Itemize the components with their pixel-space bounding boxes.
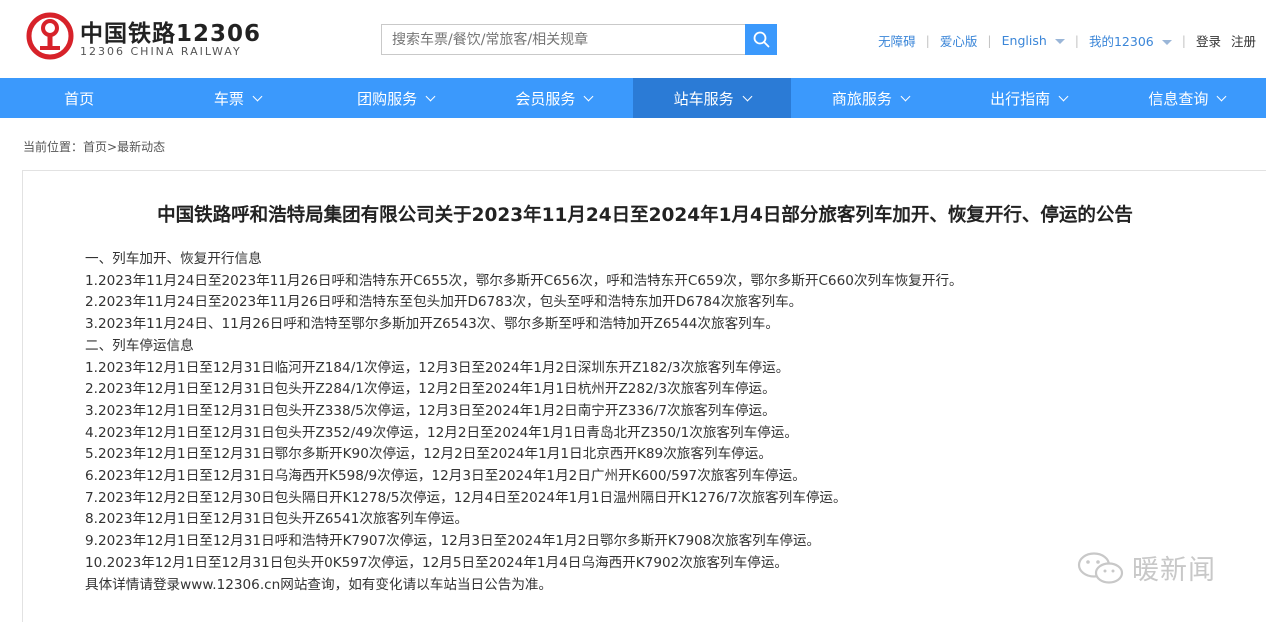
language-label: English bbox=[1001, 33, 1047, 48]
article-line: 8.2023年12月1日至12月31日包头开Z6541次旅客列车停运。 bbox=[85, 511, 469, 528]
watermark: 暖新闻 bbox=[1076, 548, 1216, 587]
nav-item-station-service[interactable]: 站车服务 bbox=[633, 78, 792, 118]
accessibility-link[interactable]: 无障碍 bbox=[878, 31, 916, 50]
brand-name-en: 12306 CHINA RAILWAY bbox=[80, 45, 242, 58]
china-railway-logo-icon[interactable] bbox=[26, 12, 74, 60]
chevron-down-icon bbox=[583, 91, 594, 101]
breadcrumb-current: 最新动态 bbox=[117, 140, 166, 154]
nav-item-label: 首页 bbox=[64, 89, 95, 108]
article-line: 2.2023年11月24日至2023年11月26日呼和浩特东至包头加开D6783… bbox=[85, 294, 803, 311]
nav-item-info-query[interactable]: 信息查询 bbox=[1108, 78, 1266, 118]
article-line: 3.2023年12月1日至12月31日包头开Z338/5次停运，12月3日至20… bbox=[85, 402, 776, 419]
watermark-text: 暖新闻 bbox=[1132, 555, 1216, 586]
article-footer-note: 具体详情请登录www.12306.cn网站查询，如有变化请以车站当日公告为准。 bbox=[85, 576, 553, 593]
divider: | bbox=[987, 33, 992, 48]
article-line: 9.2023年12月1日至12月31日呼和浩特开K7907次停运，12月3日至2… bbox=[85, 533, 821, 550]
article-body: 一、列车加开、恢复开行信息 1.2023年11月24日至2023年11月26日呼… bbox=[85, 249, 963, 596]
divider: | bbox=[925, 33, 930, 48]
nav-item-label: 站车服务 bbox=[673, 89, 734, 108]
nav-item-label: 商旅服务 bbox=[831, 89, 892, 108]
nav-item-travel-guide[interactable]: 出行指南 bbox=[950, 78, 1108, 118]
chevron-down-icon bbox=[252, 91, 263, 101]
article-line: 1.2023年11月24日至2023年11月26日呼和浩特东开C655次，鄂尔多… bbox=[85, 272, 963, 289]
chevron-down-icon bbox=[742, 91, 753, 101]
chevron-down-icon bbox=[900, 91, 911, 101]
article-line: 5.2023年12月1日至12月31日鄂尔多斯开K90次停运，12月2日至202… bbox=[85, 446, 772, 463]
search-input[interactable] bbox=[381, 24, 746, 55]
nav-item-member-service[interactable]: 会员服务 bbox=[475, 78, 633, 118]
site-header: 中国铁路12306 12306 CHINA RAILWAY 无障碍 | 爱心版 … bbox=[0, 0, 1266, 78]
article-line: 2.2023年12月1日至12月31日包头开Z284/1次停运，12月2日至20… bbox=[85, 381, 776, 398]
top-links: 无障碍 | 爱心版 | English | 我的12306 | 登录 注册 bbox=[878, 31, 1256, 50]
article-line: 7.2023年12月2日至12月30日包头隔日开K1278/5次停运，12月4日… bbox=[85, 489, 847, 506]
divider: | bbox=[1074, 33, 1079, 48]
divider: | bbox=[1181, 33, 1186, 48]
nav-item-home[interactable]: 首页 bbox=[0, 78, 158, 118]
nav-item-label: 会员服务 bbox=[515, 89, 576, 108]
nav-item-business-travel[interactable]: 商旅服务 bbox=[791, 78, 949, 118]
breadcrumb: 当前位置：首页>最新动态 bbox=[23, 138, 165, 155]
language-dropdown[interactable]: English bbox=[1002, 33, 1065, 48]
search-button[interactable] bbox=[745, 24, 777, 55]
article-line: 1.2023年12月1日至12月31日临河开Z184/1次停运，12月3日至20… bbox=[85, 359, 790, 376]
care-version-link[interactable]: 爱心版 bbox=[940, 31, 978, 50]
caret-down-icon bbox=[1054, 39, 1065, 44]
breadcrumb-separator: > bbox=[107, 140, 118, 154]
breadcrumb-prefix: 当前位置： bbox=[23, 140, 84, 154]
section-heading: 二、列车停运信息 bbox=[85, 337, 194, 354]
article-line: 3.2023年11月24日、11月26日呼和浩特至鄂尔多斯加开Z6543次、鄂尔… bbox=[85, 316, 779, 333]
nav-item-tickets[interactable]: 车票 bbox=[158, 78, 316, 118]
article-line: 4.2023年12月1日至12月31日包头开Z352/49次停运，12月2日至2… bbox=[85, 424, 798, 441]
login-link[interactable]: 登录 bbox=[1196, 31, 1221, 50]
chevron-down-icon bbox=[1058, 91, 1069, 101]
article-line: 10.2023年12月1日至12月31日包头开0K597次停运，12月5日至20… bbox=[85, 554, 789, 571]
nav-item-label: 车票 bbox=[213, 89, 244, 108]
brand-name-cn[interactable]: 中国铁路12306 bbox=[80, 14, 261, 48]
search-icon bbox=[753, 31, 769, 48]
wechat-icon bbox=[1077, 551, 1124, 584]
article-line: 6.2023年12月1日至12月31日乌海西开K598/9次停运，12月3日至2… bbox=[85, 468, 806, 485]
chevron-down-icon bbox=[425, 91, 436, 101]
section-heading: 一、列车加开、恢复开行信息 bbox=[85, 251, 262, 267]
breadcrumb-home-link[interactable]: 首页 bbox=[83, 140, 107, 154]
nav-item-label: 信息查询 bbox=[1148, 89, 1209, 108]
nav-item-group-service[interactable]: 团购服务 bbox=[317, 78, 475, 118]
main-nav: 首页 车票 团购服务 会员服务 站车服务 商旅服务 出行指南 信息查询 bbox=[0, 78, 1266, 118]
article-title: 中国铁路呼和浩特局集团有限公司关于2023年11月24日至2024年1月4日部分… bbox=[157, 205, 1133, 226]
caret-down-icon bbox=[1161, 40, 1172, 45]
register-link[interactable]: 注册 bbox=[1231, 31, 1256, 50]
my12306-dropdown[interactable]: 我的12306 bbox=[1089, 31, 1172, 50]
my12306-label: 我的12306 bbox=[1088, 34, 1154, 49]
nav-item-label: 出行指南 bbox=[990, 89, 1051, 108]
chevron-down-icon bbox=[1216, 91, 1227, 101]
nav-item-label: 团购服务 bbox=[357, 89, 418, 108]
